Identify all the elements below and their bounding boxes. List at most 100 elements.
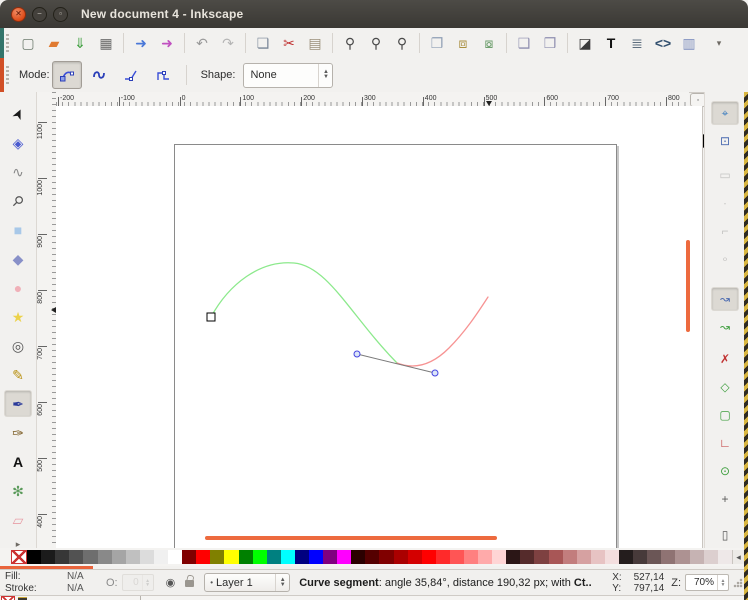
- export[interactable]: ➜: [154, 30, 180, 56]
- snap-bounding-box[interactable]: ⊡: [711, 129, 739, 153]
- palette-swatch[interactable]: [210, 550, 224, 564]
- xml-editor[interactable]: <>: [650, 30, 676, 56]
- palette-swatch[interactable]: [549, 550, 563, 564]
- zoom-drawing[interactable]: ⚲: [363, 30, 389, 56]
- palette-swatch[interactable]: [422, 550, 436, 564]
- palette-swatch[interactable]: [675, 550, 689, 564]
- palette-swatch[interactable]: [436, 550, 450, 564]
- layer-selector-stepper[interactable]: ▲▼: [275, 574, 289, 591]
- palette-swatch[interactable]: [718, 550, 732, 564]
- snap-smooth-nodes[interactable]: ▢: [711, 403, 739, 427]
- palette-swatch[interactable]: [239, 550, 253, 564]
- pencil-tool[interactable]: ✎: [4, 361, 32, 388]
- palette-swatch[interactable]: [112, 550, 126, 564]
- ellipse-tool[interactable]: ●: [4, 274, 32, 301]
- zoom-page[interactable]: ⚲: [389, 30, 415, 56]
- selector-tool[interactable]: ➤: [4, 100, 32, 127]
- palette-swatch[interactable]: [506, 550, 520, 564]
- shape-select[interactable]: None ▲▼: [243, 63, 333, 88]
- palette-swatch[interactable]: [661, 550, 675, 564]
- palette-grip[interactable]: [0, 550, 11, 564]
- vertical-scrollbar-thumb[interactable]: [686, 240, 690, 332]
- zoom-selection[interactable]: ⚲: [337, 30, 363, 56]
- palette-swatch[interactable]: [309, 550, 323, 564]
- group[interactable]: ❑: [511, 30, 537, 56]
- palette-swatch[interactable]: [41, 550, 55, 564]
- palette-swatch[interactable]: [337, 550, 351, 564]
- redo[interactable]: ↷: [215, 30, 241, 56]
- paraxial-mode-button[interactable]: [148, 61, 178, 89]
- palette-swatch[interactable]: [351, 550, 365, 564]
- duplicate[interactable]: ❐: [424, 30, 450, 56]
- opacity-spinbox[interactable]: 0 ▲▼: [122, 574, 154, 591]
- import[interactable]: ➜: [128, 30, 154, 56]
- new-document[interactable]: ▢: [15, 30, 41, 56]
- bezier-mode-button[interactable]: [52, 61, 82, 89]
- palette-swatch[interactable]: [295, 550, 309, 564]
- horizontal-ruler[interactable]: -200-1000100200300400500600700800: [56, 92, 689, 107]
- snap-page-border[interactable]: ▯: [711, 523, 739, 547]
- spray-tool[interactable]: ✻: [4, 477, 32, 504]
- fill-stroke-dialog[interactable]: ◪: [572, 30, 598, 56]
- eraser-tool[interactable]: ▱: [4, 506, 32, 533]
- layers-dialog[interactable]: ≣: [624, 30, 650, 56]
- toolbar-overflow-button[interactable]: ▾: [706, 30, 732, 56]
- palette-swatch[interactable]: [633, 550, 647, 564]
- palette-swatch[interactable]: [704, 550, 718, 564]
- snap-enabled[interactable]: ⌖: [711, 101, 739, 125]
- style-indicator[interactable]: Fill: N/A Stroke: N/A: [5, 571, 90, 595]
- palette-swatch[interactable]: [690, 550, 704, 564]
- palette-swatch[interactable]: [126, 550, 140, 564]
- layer-visibility-icon[interactable]: ◉: [166, 576, 176, 589]
- handle-node[interactable]: [354, 351, 360, 357]
- vertical-ruler[interactable]: 11001000900800700600500400: [37, 92, 57, 548]
- create-clone[interactable]: ⧈: [450, 30, 476, 56]
- node-tool[interactable]: ◈: [4, 129, 32, 156]
- palette-swatch[interactable]: [478, 550, 492, 564]
- tweak-tool[interactable]: ∿: [4, 158, 32, 185]
- cut[interactable]: ✂: [276, 30, 302, 56]
- palette-swatch[interactable]: [605, 550, 619, 564]
- palette-swatch[interactable]: [534, 550, 548, 564]
- snap-cusp-nodes[interactable]: ◇: [711, 375, 739, 399]
- palette-swatch[interactable]: [140, 550, 154, 564]
- unlink-clone[interactable]: ⧇: [476, 30, 502, 56]
- shape-select-stepper[interactable]: ▲▼: [318, 64, 332, 87]
- snap-path-intersections[interactable]: ✗: [711, 347, 739, 371]
- layer-selector[interactable]: • Layer 1 ▲▼: [204, 573, 290, 592]
- palette-swatch[interactable]: [563, 550, 577, 564]
- ungroup[interactable]: ❒: [537, 30, 563, 56]
- palette-swatch[interactable]: [647, 550, 661, 564]
- palette-swatch[interactable]: [591, 550, 605, 564]
- zoom-spinbox[interactable]: 70% ▲▼: [685, 574, 729, 591]
- opacity-stepper[interactable]: ▲▼: [142, 575, 153, 590]
- zoom-tool[interactable]: ⚲: [4, 187, 32, 214]
- palette-swatch[interactable]: [365, 550, 379, 564]
- palette-swatch-none[interactable]: [11, 550, 27, 564]
- box3d-tool[interactable]: ◆: [4, 245, 32, 272]
- palette-swatch[interactable]: [323, 550, 337, 564]
- palette-swatch[interactable]: [182, 550, 196, 564]
- titlebar[interactable]: ✕ − ▫ New document 4 - Inkscape: [0, 0, 748, 28]
- palette-swatch[interactable]: [196, 550, 210, 564]
- snap-line-midpoints[interactable]: ∟: [711, 431, 739, 455]
- snap-rotation-centers[interactable]: +: [711, 487, 739, 511]
- palette-swatch[interactable]: [492, 550, 506, 564]
- palette-swatch[interactable]: [55, 550, 69, 564]
- snap-bbox-edges[interactable]: ▭: [711, 163, 739, 187]
- snap-nodes-paths[interactable]: ↝: [711, 287, 739, 311]
- palette-swatch[interactable]: [69, 550, 83, 564]
- palette-swatch[interactable]: [27, 550, 41, 564]
- snap-bbox-corners[interactable]: ∙: [711, 191, 739, 215]
- palette-swatch[interactable]: [577, 550, 591, 564]
- calligraphy-tool[interactable]: ✑: [4, 419, 32, 446]
- text-tool[interactable]: A: [4, 448, 32, 475]
- palette-swatch[interactable]: [224, 550, 238, 564]
- save-document[interactable]: ⇓: [67, 30, 93, 56]
- snap-object-centers[interactable]: ⊙: [711, 459, 739, 483]
- palette-swatch[interactable]: [408, 550, 422, 564]
- pen-tool[interactable]: ✒: [4, 390, 32, 417]
- palette-swatch[interactable]: [83, 550, 97, 564]
- align-distribute[interactable]: ▥: [676, 30, 702, 56]
- palette-scroll-button[interactable]: ◂: [732, 550, 744, 564]
